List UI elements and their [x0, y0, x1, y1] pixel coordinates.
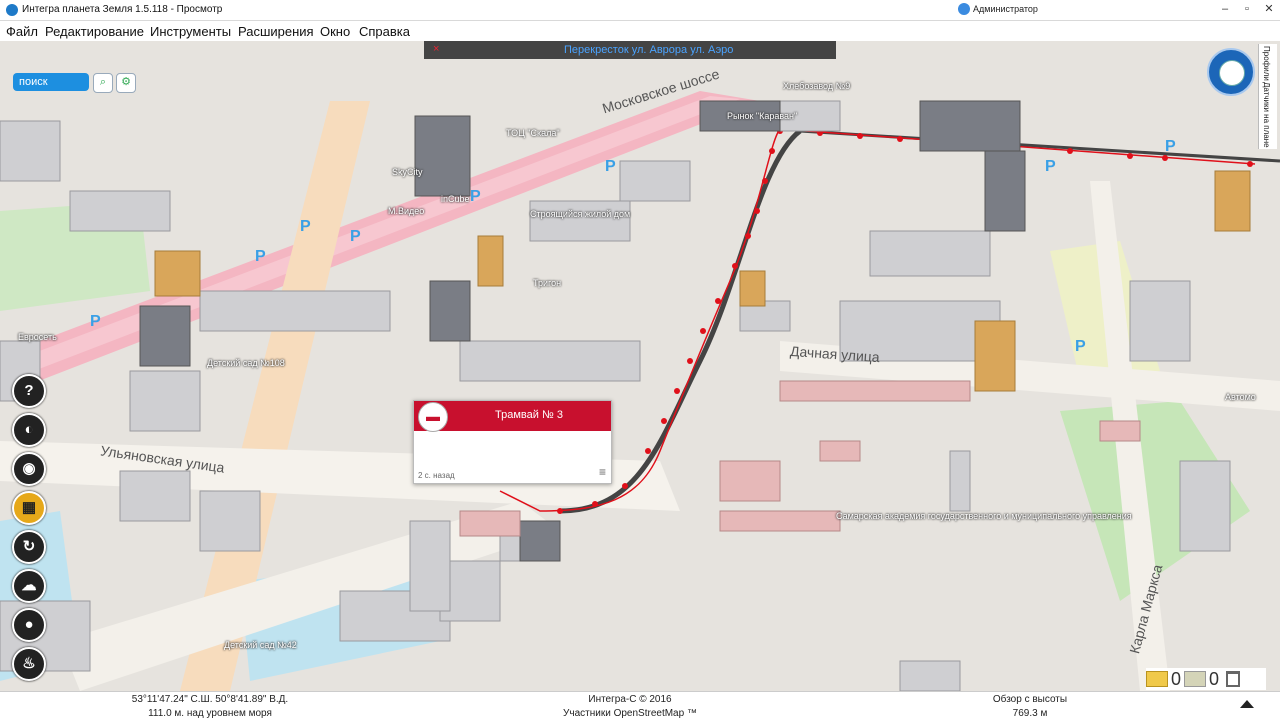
route-button[interactable]: ↻ [12, 530, 46, 564]
right-side-tabs: Профили Датчики на плане [1258, 44, 1277, 149]
search-input[interactable]: поиск [13, 73, 89, 91]
weather-button[interactable]: ☁ [12, 569, 46, 603]
minimize-button[interactable]: – [1214, 0, 1236, 20]
gear-icon[interactable]: ⚙ [116, 73, 136, 93]
compass-icon[interactable] [1207, 48, 1255, 96]
svg-text:P: P [350, 228, 361, 245]
bomb-button[interactable]: ● [12, 608, 46, 642]
copyright: Интегра-С © 2016 [588, 694, 672, 705]
coordinates: 53°11'47.24" С.Ш. 50°8'41.89" В.Д. [131, 694, 289, 705]
camera-button[interactable]: ◐ [12, 413, 46, 447]
map-canvas[interactable]: PPP PPP PPP P [0, 41, 1280, 691]
svg-text:P: P [605, 158, 616, 175]
message-counters: 0 0 [1146, 668, 1266, 690]
map-view[interactable]: PPP PPP PPP P [0, 41, 1280, 691]
menu-edit[interactable]: Редактирование [45, 24, 144, 39]
maximize-button[interactable]: ▫ [1236, 0, 1258, 20]
poi-label-auto: Автомо [1225, 392, 1256, 402]
svg-text:P: P [90, 313, 101, 330]
menu-bar: Файл Редактирование Инструменты Расширен… [0, 21, 1280, 41]
elevation: 111.0 м. над уровнем моря [148, 708, 272, 719]
poi-label-kindergarten-42: Детский сад №42 [224, 640, 297, 650]
menu-window[interactable]: Окно [320, 24, 350, 39]
svg-text:P: P [1165, 138, 1176, 155]
menu-extensions[interactable]: Расширения [238, 24, 314, 39]
poi-label-skycity: SkyCity [392, 167, 423, 177]
app-logo-icon [6, 4, 18, 16]
popup-time: 2 с. назад [418, 471, 455, 480]
poi-label-euroset: Евросеть [18, 332, 57, 342]
svg-text:P: P [1045, 158, 1056, 175]
poi-label-skala: ТОЦ "Скала" [506, 128, 560, 138]
osm-attribution: Участники OpenStreetMap ™ [563, 708, 697, 719]
new-message-icon[interactable] [1146, 671, 1168, 687]
vehicle-popup[interactable]: ▬ Трамвай № 3 2 с. назад ≡ [413, 400, 612, 484]
message-count: 0 [1209, 668, 1220, 689]
popup-menu-icon[interactable]: ≡ [599, 465, 606, 479]
svg-text:P: P [1075, 338, 1086, 355]
user-indicator[interactable]: Администратор [958, 3, 1038, 15]
poi-label-construction: Строящийся жилой дом [530, 209, 631, 219]
help-button[interactable]: ? [12, 374, 46, 408]
window-title: Интегра планета Земля 1.5.118 - Просмотр [22, 4, 223, 15]
poi-label-karavan: Рынок "Караван" [727, 111, 798, 121]
tab-sensors[interactable]: Датчики на плане [1262, 82, 1271, 148]
view-height-label: Обзор с высоты [992, 694, 1068, 705]
title-bar: Интегра планета Земля 1.5.118 - Просмотр… [0, 0, 1280, 21]
status-bar: 53°11'47.24" С.Ш. 50°8'41.89" В.Д. 111.0… [0, 691, 1280, 721]
user-name: Администратор [973, 4, 1038, 14]
tram-icon: ▬ [418, 402, 448, 432]
svg-text:P: P [300, 218, 311, 235]
user-icon [958, 3, 970, 15]
trash-icon[interactable] [1226, 671, 1241, 687]
banner-text: Перекресток ул. Аврора ул. Аэро [564, 44, 734, 56]
banner-close-icon[interactable]: × [433, 43, 439, 55]
menu-file[interactable]: Файл [6, 24, 38, 39]
popup-header: ▬ Трамвай № 3 [414, 401, 611, 432]
tab-profiles[interactable]: Профили [1262, 46, 1271, 81]
poi-label-trigon: Тригон [533, 278, 562, 288]
poi-label-hlebozavod: Хлебозавод №9 [783, 81, 851, 91]
alarm-button[interactable]: ♨ [12, 647, 46, 681]
svg-text:P: P [255, 248, 266, 265]
collapse-arrow-icon[interactable] [1240, 700, 1254, 708]
close-button[interactable]: ✕ [1258, 0, 1280, 20]
photo-button[interactable]: ◉ [12, 452, 46, 486]
poi-label-academy: Самарская академия государственного и му… [836, 511, 1132, 521]
magnifier-icon[interactable]: ⌕ [93, 73, 113, 93]
menu-tools[interactable]: Инструменты [150, 24, 231, 39]
location-banner[interactable]: × Перекресток ул. Аврора ул. Аэро [424, 41, 836, 59]
window-controls: – ▫ ✕ [1214, 0, 1280, 20]
new-message-count: 0 [1171, 668, 1182, 689]
poi-label-kindergarten-108: Детский сад №108 [207, 358, 285, 368]
svg-text:P: P [470, 188, 481, 205]
menu-help[interactable]: Справка [359, 24, 410, 39]
popup-title: Трамвай № 3 [495, 409, 563, 421]
poi-label-incube: inCube [441, 194, 470, 204]
compass-center [1219, 60, 1245, 86]
view-height-value: 769.3 м [1012, 708, 1048, 719]
poi-label-mvideo: М.Видео [388, 206, 425, 216]
message-icon[interactable] [1184, 671, 1207, 687]
buildings-button[interactable]: ▦ [12, 491, 46, 525]
